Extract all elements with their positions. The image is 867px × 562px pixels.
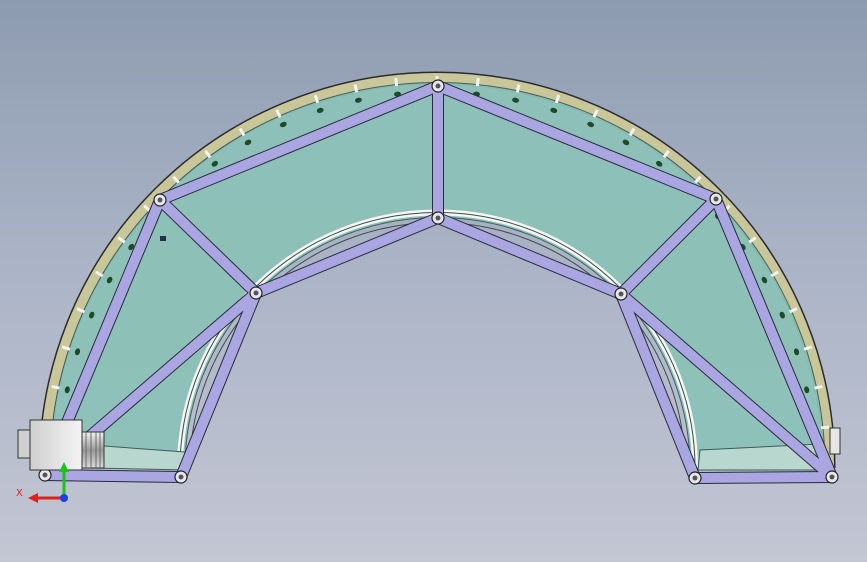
right-end-block bbox=[829, 427, 841, 455]
frame-joint-bolt bbox=[435, 215, 441, 221]
conveyor-model[interactable]: X bbox=[0, 0, 867, 562]
frame-joint-bolt bbox=[829, 474, 835, 480]
frame-joint-bolt bbox=[253, 290, 259, 296]
cad-viewport[interactable]: X bbox=[0, 0, 867, 562]
frame-joint-bolt bbox=[42, 472, 48, 478]
frame-joint-bolt bbox=[157, 197, 163, 203]
frame-joint-bolt bbox=[713, 196, 719, 202]
frame-joint-bolt bbox=[178, 474, 184, 480]
frame-member bbox=[690, 472, 837, 483]
frame-joint-bolt bbox=[692, 475, 698, 481]
frame-joint-bolt bbox=[435, 83, 441, 89]
belt-marker bbox=[160, 236, 166, 241]
frame-joint-bolt bbox=[618, 291, 624, 297]
x-axis-label: X bbox=[16, 488, 23, 499]
